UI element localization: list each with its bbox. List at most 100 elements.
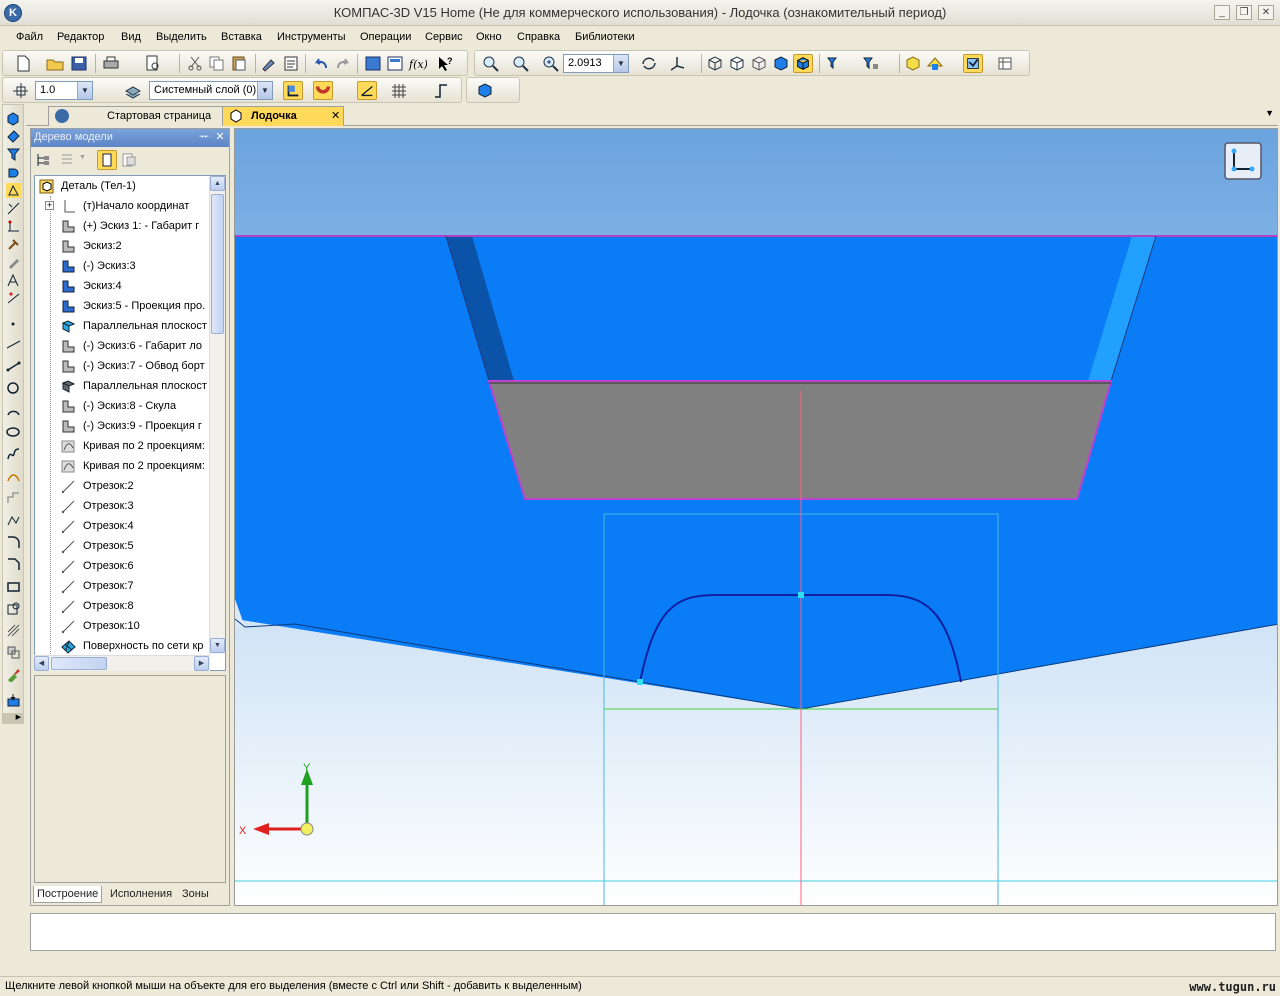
menu-view[interactable]: Вид bbox=[121, 31, 141, 43]
brush-icon[interactable] bbox=[259, 54, 279, 73]
menu-editor[interactable]: Редактор bbox=[57, 31, 104, 43]
scroll-down-icon[interactable]: ▼ bbox=[210, 638, 225, 653]
cube-icon[interactable] bbox=[903, 54, 923, 73]
copy-icon[interactable] bbox=[207, 54, 227, 73]
tree-item-sketch-1[interactable]: (+) Эскиз 1: - Габарит г bbox=[35, 216, 215, 236]
rotate-icon[interactable] bbox=[639, 54, 659, 73]
menu-select[interactable]: Выделить bbox=[156, 31, 207, 43]
filter-icon[interactable] bbox=[825, 54, 845, 73]
shaded-edges-icon[interactable] bbox=[793, 54, 813, 73]
tab-versions[interactable]: Исполнения bbox=[107, 886, 175, 903]
tree-item-segment-6[interactable]: Отрезок:6 bbox=[35, 556, 215, 576]
offset-icon[interactable] bbox=[6, 601, 21, 616]
model-viewport[interactable]: Y X bbox=[234, 128, 1278, 906]
save-icon[interactable] bbox=[69, 54, 89, 73]
menu-operations[interactable]: Операции bbox=[360, 31, 411, 43]
hammer-icon[interactable] bbox=[6, 237, 21, 252]
expand-plus-icon[interactable]: + bbox=[45, 201, 54, 210]
tree-item-sketch-6[interactable]: (-) Эскиз:6 - Габарит ло bbox=[35, 336, 215, 356]
wireframe-icon[interactable] bbox=[705, 54, 725, 73]
properties-icon[interactable] bbox=[281, 54, 301, 73]
tree-item-segment-7[interactable]: Отрезок:7 bbox=[35, 576, 215, 596]
tree-item-segment-8[interactable]: Отрезок:8 bbox=[35, 596, 215, 616]
tree-item-segment-2[interactable]: Отрезок:2 bbox=[35, 476, 215, 496]
magnet-icon[interactable] bbox=[313, 81, 333, 100]
arc-icon[interactable] bbox=[6, 403, 21, 418]
tree-vertical-scrollbar[interactable]: ▲ ▼ bbox=[209, 176, 225, 654]
thin-lines-icon[interactable] bbox=[749, 54, 769, 73]
layer-combo[interactable]: Системный слой (0) ▼ bbox=[149, 81, 273, 100]
section-icon[interactable] bbox=[925, 54, 945, 73]
tree-item-sketch-3[interactable]: (-) Эскиз:3 bbox=[35, 256, 215, 276]
tree-item-sketch-2[interactable]: Эскиз:2 bbox=[35, 236, 215, 256]
chamfer-icon[interactable] bbox=[6, 557, 21, 572]
tab-construction[interactable]: Построение bbox=[33, 886, 103, 903]
spline-icon[interactable] bbox=[6, 447, 21, 462]
paint-icon[interactable] bbox=[6, 667, 21, 682]
tree-item-plane-1[interactable]: Параллельная плоскост bbox=[35, 316, 215, 336]
close-icon[interactable]: ✕ bbox=[331, 107, 340, 125]
menu-window[interactable]: Окно bbox=[476, 31, 502, 43]
snap-filter-icon[interactable] bbox=[861, 54, 881, 73]
manager-icon[interactable] bbox=[363, 54, 383, 73]
paste-icon[interactable] bbox=[229, 54, 249, 73]
polyline-icon[interactable] bbox=[6, 491, 21, 506]
sketch-tools-icon[interactable] bbox=[6, 183, 21, 198]
step-combo[interactable]: 1.0 ▼ bbox=[35, 81, 93, 100]
scroll-right-icon[interactable]: ▶ bbox=[194, 656, 209, 671]
aux-geometry-icon[interactable] bbox=[6, 165, 21, 180]
segment-icon[interactable] bbox=[6, 359, 21, 374]
print-icon[interactable] bbox=[101, 54, 121, 73]
projection-icon[interactable] bbox=[6, 645, 21, 660]
profile-point-left[interactable] bbox=[637, 679, 643, 685]
dimension-icon[interactable] bbox=[6, 201, 21, 216]
tree-mode-button[interactable] bbox=[97, 150, 117, 170]
aux-line-icon[interactable] bbox=[6, 337, 21, 352]
snap-icon[interactable] bbox=[963, 54, 983, 73]
help-pointer-icon[interactable]: ? bbox=[435, 54, 455, 73]
scroll-up-icon[interactable]: ▲ bbox=[210, 176, 225, 191]
pin-icon[interactable]: ᅲ bbox=[197, 130, 211, 144]
tree-item-curve-2[interactable]: Кривая по 2 проекциям: bbox=[35, 456, 215, 476]
ortho-icon[interactable] bbox=[431, 81, 451, 100]
function-icon[interactable]: f(x) bbox=[407, 54, 427, 73]
transom-face[interactable] bbox=[487, 380, 1113, 500]
tab-lodochka[interactable]: Лодочка ✕ bbox=[222, 106, 344, 126]
text-icon[interactable] bbox=[6, 273, 21, 288]
measure-icon[interactable] bbox=[6, 219, 21, 234]
arrays-icon[interactable] bbox=[6, 147, 21, 162]
nurbs-icon[interactable] bbox=[6, 513, 21, 528]
tree-item-segment-3[interactable]: Отрезок:3 bbox=[35, 496, 215, 516]
tree-item-detail[interactable]: Деталь (Тел-1) bbox=[35, 176, 215, 196]
variables-icon[interactable] bbox=[385, 54, 405, 73]
scroll-left-icon[interactable]: ◀ bbox=[34, 656, 49, 671]
menu-help[interactable]: Справка bbox=[517, 31, 560, 43]
viewport-canvas[interactable]: Y X bbox=[235, 129, 1278, 906]
view-orientation-icon[interactable] bbox=[1224, 142, 1262, 180]
tree-item-segment-4[interactable]: Отрезок:4 bbox=[35, 516, 215, 536]
zoom-all-icon[interactable] bbox=[511, 54, 531, 73]
tree-item-plane-2[interactable]: Параллельная плоскост bbox=[35, 376, 215, 396]
menu-insert[interactable]: Вставка bbox=[221, 31, 262, 43]
table-icon[interactable] bbox=[995, 54, 1015, 73]
tree-item-sketch-8[interactable]: (-) Эскиз:8 - Скула bbox=[35, 396, 215, 416]
tree-list-icon[interactable] bbox=[59, 152, 75, 168]
cut-icon[interactable] bbox=[185, 54, 205, 73]
menu-service[interactable]: Сервис bbox=[425, 31, 463, 43]
tab-zones[interactable]: Зоны bbox=[179, 886, 212, 903]
close-icon[interactable]: ✕ bbox=[213, 130, 227, 144]
hscroll-thumb[interactable] bbox=[51, 657, 107, 670]
box-view-icon[interactable] bbox=[475, 81, 495, 100]
tree-item-origin[interactable]: + (т)Начало координат bbox=[35, 196, 215, 216]
orientation-icon[interactable] bbox=[667, 54, 687, 73]
tree-item-surface[interactable]: Поверхность по сети кр bbox=[35, 636, 215, 656]
sketch-icon[interactable] bbox=[283, 81, 303, 100]
open-folder-icon[interactable] bbox=[45, 54, 65, 73]
new-file-icon[interactable] bbox=[13, 54, 33, 73]
rectangle-icon[interactable] bbox=[6, 579, 21, 594]
hatch-icon[interactable] bbox=[6, 623, 21, 638]
export-icon[interactable] bbox=[6, 693, 21, 708]
undo-icon[interactable] bbox=[311, 54, 331, 73]
tabs-menu-chevron-down-icon[interactable]: ▼ bbox=[1265, 108, 1274, 118]
tree-item-segment-10[interactable]: Отрезок:10 bbox=[35, 616, 215, 636]
